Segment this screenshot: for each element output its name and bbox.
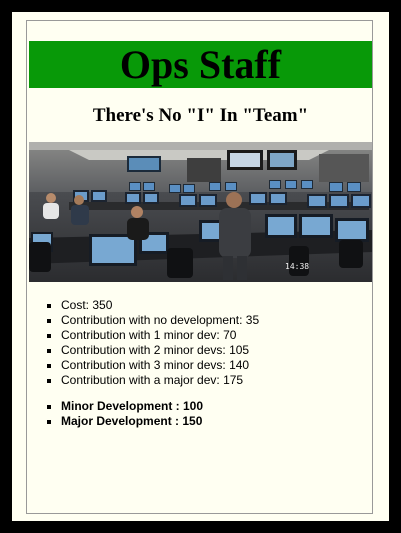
stat-cost: Cost: 350 <box>61 298 259 313</box>
control-room-photo: 14:38 <box>29 142 372 282</box>
major-development-cost: Major Development : 150 <box>61 414 203 429</box>
card-subtitle: There's No "I" In "Team" <box>92 105 309 126</box>
card: Ops Staff There's No "I" In "Team" 14:38… <box>12 12 389 521</box>
stat-1-minor-dev: Contribution with 1 minor dev: 70 <box>61 328 259 343</box>
development-list: Minor Development : 100 Major Developmen… <box>39 399 203 429</box>
stats-list: Cost: 350 Contribution with no developme… <box>39 298 259 388</box>
stat-no-dev: Contribution with no development: 35 <box>61 313 259 328</box>
photo-timestamp: 14:38 <box>285 262 309 271</box>
card-frame: Ops Staff There's No "I" In "Team" 14:38… <box>26 20 373 514</box>
stat-major-dev: Contribution with a major dev: 175 <box>61 373 259 388</box>
stat-3-minor-devs: Contribution with 3 minor devs: 140 <box>61 358 259 373</box>
stat-2-minor-devs: Contribution with 2 minor devs: 105 <box>61 343 259 358</box>
minor-development-cost: Minor Development : 100 <box>61 399 203 414</box>
card-title: Ops Staff <box>119 41 282 87</box>
title-bar: Ops Staff <box>29 41 372 88</box>
